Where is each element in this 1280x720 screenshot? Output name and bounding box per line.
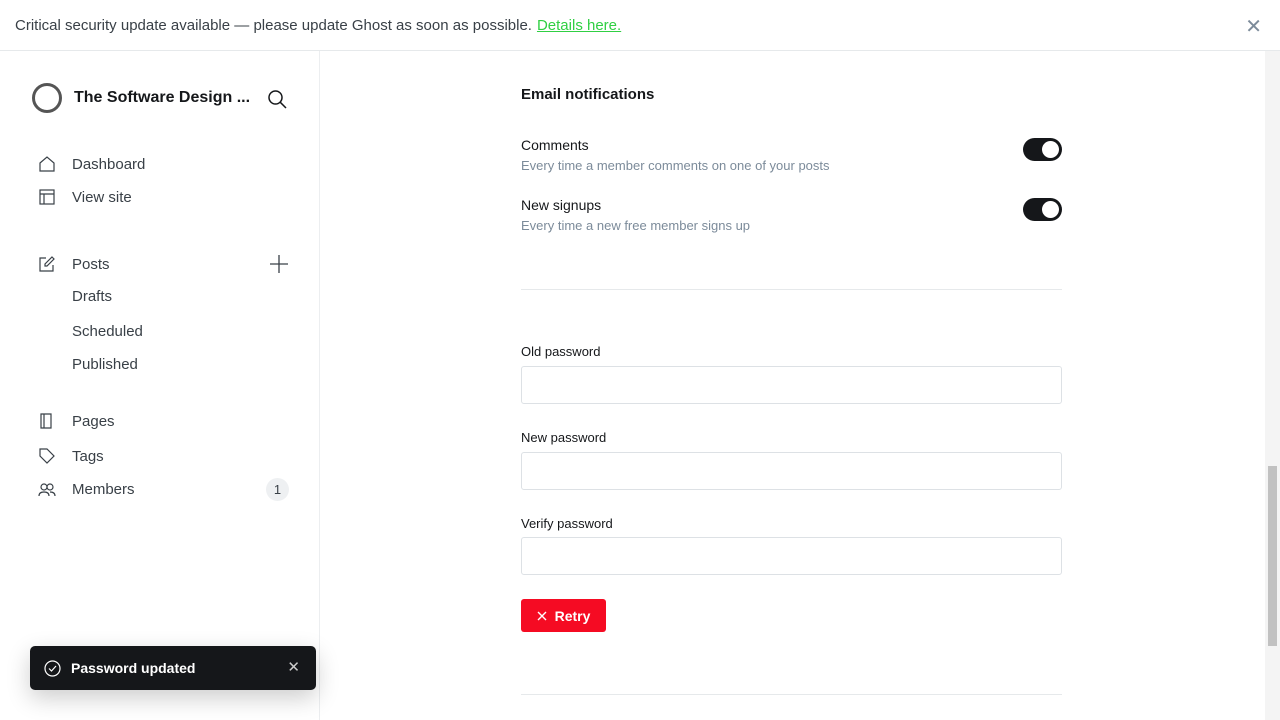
sidebar-item-tags[interactable]: Tags xyxy=(38,447,104,465)
sidebar-item-dashboard[interactable]: Dashboard xyxy=(38,155,145,173)
sidebar-item-label: Members xyxy=(72,480,135,498)
sidebar-item-label: View site xyxy=(72,188,132,206)
security-banner: Critical security update available — ple… xyxy=(0,0,1280,51)
toast-message: Password updated xyxy=(71,660,196,676)
comments-title: Comments xyxy=(521,137,589,153)
signups-toggle[interactable] xyxy=(1023,198,1062,221)
sidebar-item-published[interactable]: Published xyxy=(72,356,138,373)
banner-close-icon[interactable]: ✕ xyxy=(1245,14,1262,39)
old-password-label: Old password xyxy=(521,344,601,359)
layout-icon xyxy=(39,189,55,205)
sidebar-item-label: Tags xyxy=(72,447,104,465)
banner-details-link[interactable]: Details here. xyxy=(537,17,621,34)
old-password-input[interactable] xyxy=(521,366,1062,404)
comments-toggle[interactable] xyxy=(1023,138,1062,161)
retry-label: Retry xyxy=(554,607,591,624)
edit-icon xyxy=(39,256,55,272)
site-brand[interactable]: The Software Design ... xyxy=(32,83,250,113)
tag-icon xyxy=(39,448,55,464)
new-password-input[interactable] xyxy=(521,452,1062,490)
site-name: The Software Design ... xyxy=(74,89,251,106)
sidebar-item-scheduled[interactable]: Scheduled xyxy=(72,323,143,340)
sidebar-item-label: Posts xyxy=(72,255,110,273)
sidebar-item-label: Dashboard xyxy=(72,155,146,173)
sidebar-item-members[interactable]: Members xyxy=(38,480,135,498)
sidebar: The Software Design ... Dashboard View s… xyxy=(0,51,320,720)
check-circle-icon xyxy=(44,659,61,677)
x-icon xyxy=(537,611,547,620)
members-icon xyxy=(38,483,56,497)
toast-notification: Password updated ✕ xyxy=(30,646,316,690)
sidebar-item-label: Pages xyxy=(72,412,115,430)
sidebar-item-posts[interactable]: Posts xyxy=(38,255,110,273)
scrollbar[interactable] xyxy=(1265,51,1280,720)
sidebar-item-view-site[interactable]: View site xyxy=(38,188,132,206)
members-count-badge: 1 xyxy=(266,478,289,501)
new-post-plus-icon[interactable] xyxy=(269,254,289,274)
toast-close-icon[interactable]: ✕ xyxy=(287,658,300,676)
scrollbar-thumb[interactable] xyxy=(1268,466,1277,646)
sidebar-item-pages[interactable]: Pages xyxy=(38,412,115,430)
email-notifications-heading: Email notifications xyxy=(521,86,655,103)
search-icon[interactable] xyxy=(267,89,287,109)
retry-button[interactable]: Retry xyxy=(521,599,606,632)
site-logo xyxy=(32,83,62,113)
banner-text: Critical security update available — ple… xyxy=(15,16,532,34)
home-icon xyxy=(39,156,55,172)
divider xyxy=(521,289,1062,290)
new-password-label: New password xyxy=(521,430,607,445)
verify-password-label: Verify password xyxy=(521,516,613,531)
divider xyxy=(521,694,1062,695)
pages-icon xyxy=(40,413,52,429)
comments-desc: Every time a member comments on one of y… xyxy=(521,158,830,173)
verify-password-input[interactable] xyxy=(521,537,1062,575)
signups-title: New signups xyxy=(521,197,602,213)
sidebar-item-drafts[interactable]: Drafts xyxy=(72,288,112,305)
signups-desc: Every time a new free member signs up xyxy=(521,218,751,233)
